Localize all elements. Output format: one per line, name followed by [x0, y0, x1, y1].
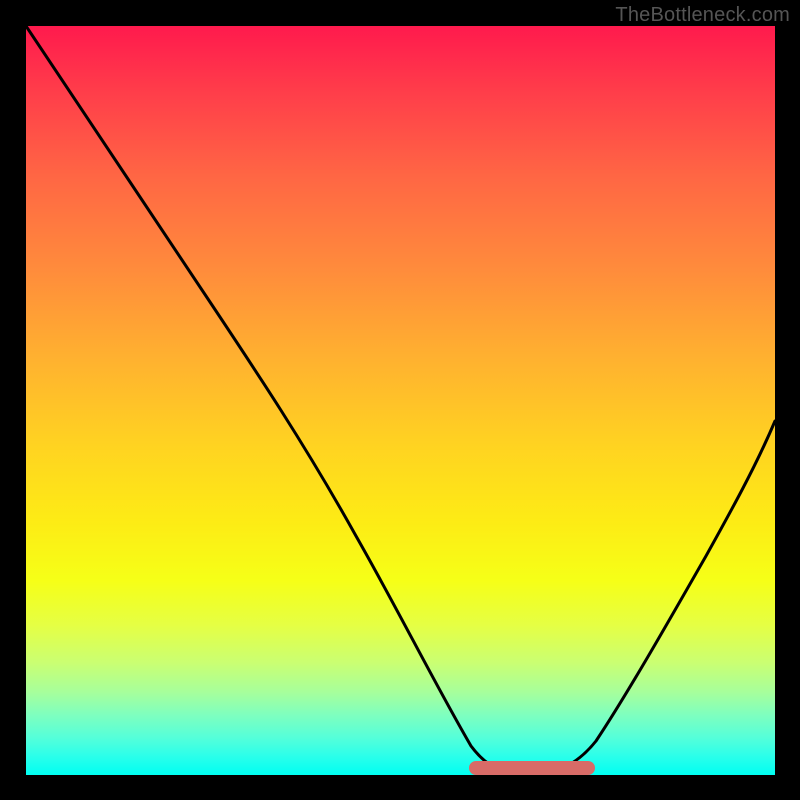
plot-area [26, 26, 775, 775]
bottleneck-curve [26, 26, 775, 774]
curve-svg [26, 26, 775, 775]
watermark-text: TheBottleneck.com [615, 4, 790, 27]
optimal-range-highlight [469, 761, 595, 775]
